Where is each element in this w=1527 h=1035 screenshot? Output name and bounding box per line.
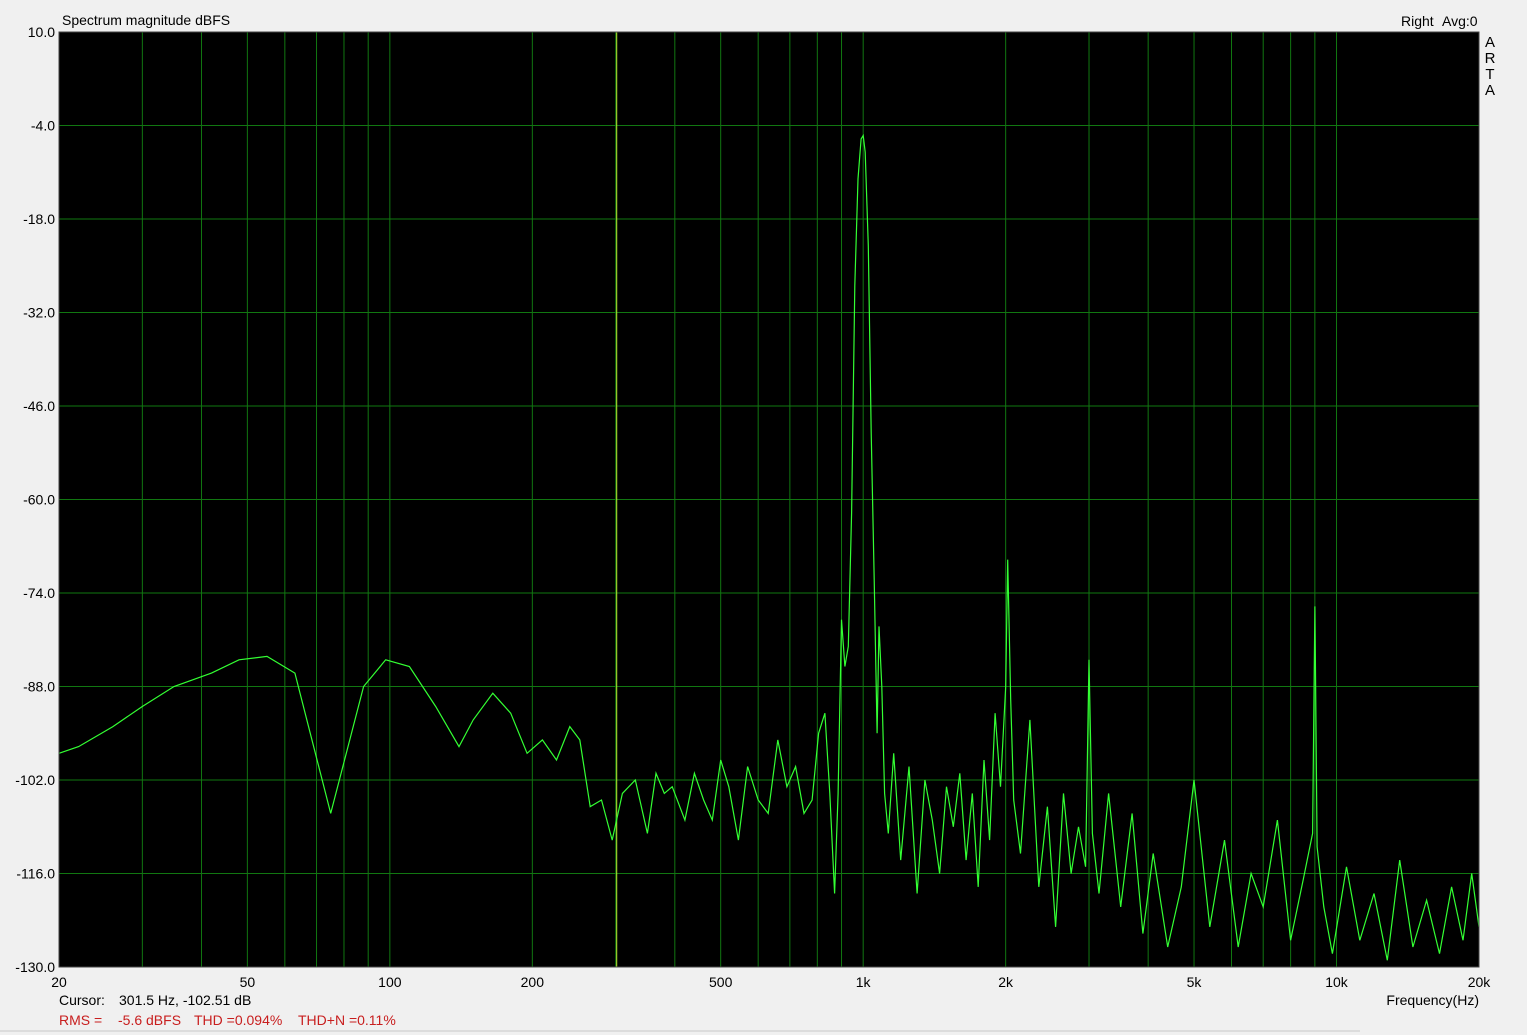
- thd-value: THD =0.094%: [194, 1012, 282, 1028]
- y-tick-labels: 10.0 -4.0 -18.0 -32.0 -46.0 -60.0 -74.0 -88.0 -1…: [15, 24, 55, 975]
- x-tick-label: 10k: [1325, 974, 1349, 990]
- avg-label: Avg:0: [1442, 13, 1478, 29]
- rms-label: RMS =: [59, 1012, 102, 1028]
- y-tick-label: -130.0: [15, 959, 55, 975]
- x-tick-label: 200: [521, 974, 545, 990]
- y-tick-label: -18.0: [23, 211, 55, 227]
- x-tick-label: 2k: [998, 974, 1014, 990]
- x-tick-label: 50: [240, 974, 256, 990]
- chart-title: Spectrum magnitude dBFS: [62, 12, 230, 28]
- y-tick-label: -116.0: [16, 866, 55, 882]
- cursor-value: 301.5 Hz, -102.51 dB: [119, 992, 251, 1008]
- y-tick-label: -60.0: [23, 492, 55, 508]
- spectrum-chart: Spectrum magnitude dBFS Right Avg:0 10.0…: [0, 12, 1496, 1032]
- x-axis-label: Frequency(Hz): [1386, 992, 1479, 1008]
- x-tick-labels: 20 50 100 200 500 1k 2k 5k 10k 20k: [51, 974, 1491, 990]
- thdn-value: THD+N =0.11%: [298, 1012, 396, 1028]
- x-tick-label: 1k: [856, 974, 872, 990]
- logo-letter: A: [1485, 34, 1495, 51]
- arta-logo: A R T A: [1485, 34, 1496, 99]
- logo-letter: T: [1485, 66, 1494, 83]
- y-tick-label: -102.0: [15, 772, 55, 788]
- y-tick-label: -4.0: [31, 118, 55, 134]
- y-tick-label: 10.0: [28, 24, 55, 40]
- y-tick-label: -32.0: [23, 305, 55, 321]
- x-tick-label: 5k: [1187, 974, 1203, 990]
- x-tick-label: 20: [51, 974, 67, 990]
- y-tick-label: -88.0: [23, 679, 55, 695]
- logo-letter: A: [1485, 82, 1495, 99]
- x-tick-label: 20k: [1468, 974, 1492, 990]
- x-tick-label: 100: [378, 974, 402, 990]
- logo-letter: R: [1485, 50, 1496, 67]
- rms-value: -5.6 dBFS: [118, 1012, 181, 1028]
- y-tick-label: -46.0: [23, 398, 55, 414]
- channel-label: Right: [1401, 13, 1434, 29]
- y-tick-label: -74.0: [23, 585, 55, 601]
- x-tick-label: 500: [709, 974, 733, 990]
- cursor-label: Cursor:: [59, 992, 105, 1008]
